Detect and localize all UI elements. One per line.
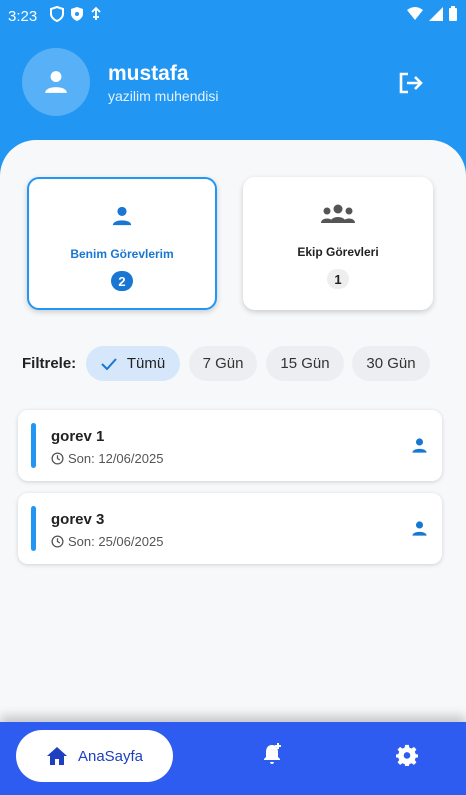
tab-team-tasks[interactable]: Ekip Görevleri 1 xyxy=(243,177,433,310)
bottom-navigation: AnaSayfa xyxy=(0,722,466,795)
task-card[interactable]: gorev 3 Son: 25/06/2025 xyxy=(18,493,442,564)
count-badge: 2 xyxy=(111,271,133,291)
person-icon xyxy=(112,206,132,226)
logout-icon xyxy=(399,72,423,94)
filter-chip-7-days[interactable]: 7 Gün xyxy=(189,346,257,381)
count-badge: 1 xyxy=(327,269,349,289)
task-due: Son: 12/06/2025 xyxy=(51,451,163,466)
wifi-icon xyxy=(407,7,423,20)
home-icon xyxy=(46,747,67,765)
status-time: 3:23 xyxy=(8,8,38,25)
gear-icon xyxy=(396,744,418,766)
task-due: Son: 25/06/2025 xyxy=(51,534,163,549)
app-header: 3:23 mustafa yazilim muhendisi xyxy=(0,0,466,160)
clock-icon xyxy=(51,535,64,548)
check-icon xyxy=(101,357,117,370)
task-title: gorev 3 xyxy=(51,511,105,528)
bell-add-icon xyxy=(264,743,281,764)
nav-home-button[interactable]: AnaSayfa xyxy=(16,730,173,782)
battery-icon xyxy=(449,6,457,21)
status-icons-right xyxy=(406,6,458,22)
status-icons-left xyxy=(50,6,102,22)
user-role: yazilim muhendisi xyxy=(108,88,219,104)
task-accent-bar xyxy=(31,423,36,468)
person-icon xyxy=(45,71,67,93)
assignee-button[interactable] xyxy=(411,520,428,542)
group-icon xyxy=(321,204,355,223)
chip-label: 30 Gün xyxy=(366,355,416,372)
filter-label: Filtrele: xyxy=(22,355,77,372)
task-accent-bar xyxy=(31,506,36,551)
nav-home-label: AnaSayfa xyxy=(77,747,144,765)
person-icon xyxy=(412,438,427,453)
tab-my-tasks[interactable]: Benim Görevlerim 2 xyxy=(27,177,217,310)
chip-label: Tümü xyxy=(126,355,166,372)
assignee-button[interactable] xyxy=(411,437,428,459)
filter-chip-all[interactable]: Tümü xyxy=(86,346,180,381)
tab-label: Ekip Görevleri xyxy=(297,245,379,259)
task-due-text: Son: 12/06/2025 xyxy=(68,451,164,466)
person-icon xyxy=(412,521,427,536)
task-card[interactable]: gorev 1 Son: 12/06/2025 xyxy=(18,410,442,481)
nav-add-notification-button[interactable] xyxy=(260,742,284,771)
status-bar: 3:23 xyxy=(0,0,466,30)
tab-label: Benim Görevlerim xyxy=(70,247,174,261)
data-icon xyxy=(91,6,101,20)
logout-button[interactable] xyxy=(396,70,426,96)
chip-label: 15 Gün xyxy=(280,355,330,372)
user-name: mustafa xyxy=(108,62,189,85)
signal-icon xyxy=(429,7,443,21)
task-due-text: Son: 25/06/2025 xyxy=(68,534,164,549)
shield-icon xyxy=(71,7,83,21)
chip-label: 7 Gün xyxy=(202,355,244,372)
nav-settings-button[interactable] xyxy=(396,744,418,771)
filter-chip-30-days[interactable]: 30 Gün xyxy=(352,346,430,381)
vpn-shield-icon xyxy=(50,6,64,22)
avatar[interactable] xyxy=(22,48,90,116)
filter-chip-15-days[interactable]: 15 Gün xyxy=(266,346,344,381)
clock-icon xyxy=(51,452,64,465)
task-title: gorev 1 xyxy=(51,428,105,445)
